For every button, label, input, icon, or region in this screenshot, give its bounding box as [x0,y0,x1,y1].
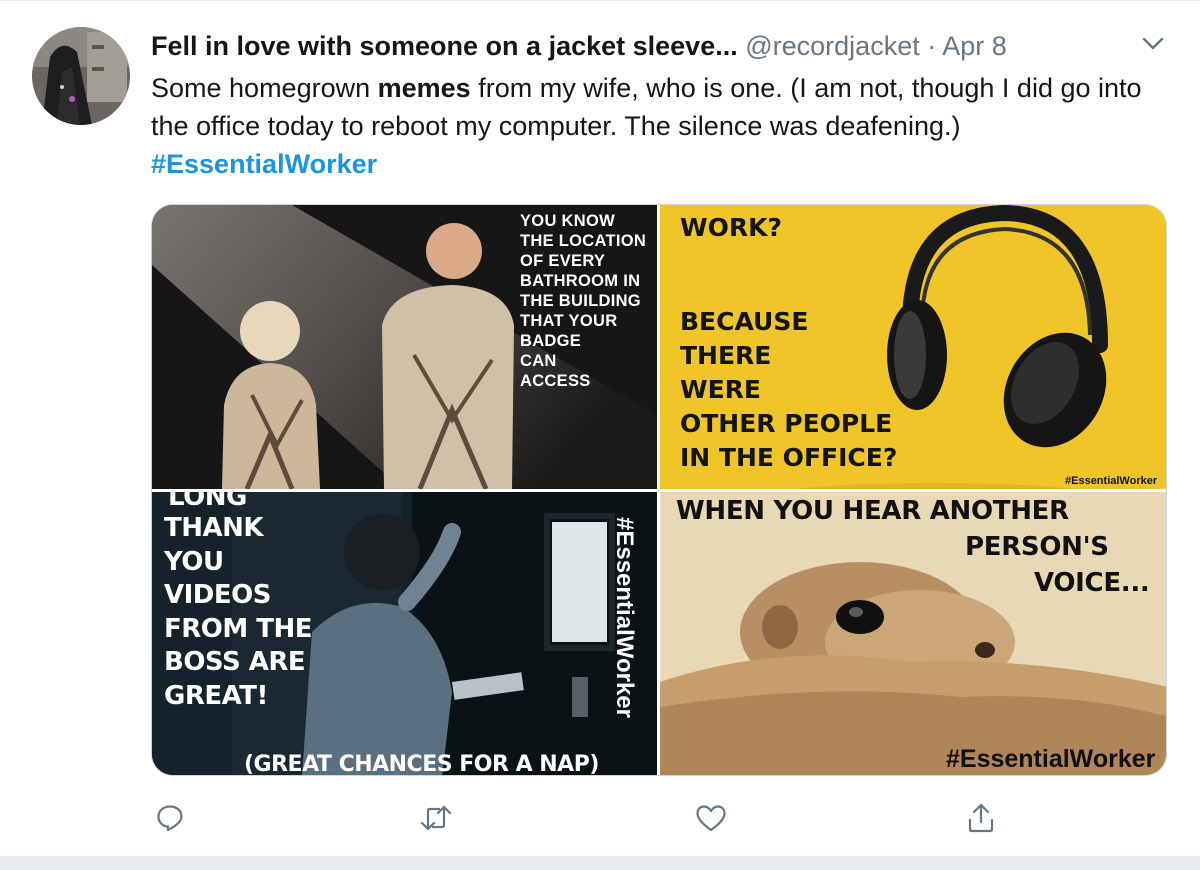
tweet-header: Fell in love with someone on a jacket sl… [151,27,1007,65]
tweet-text: Some homegrown memes from my wife, who i… [151,69,1181,183]
reply-icon [157,805,183,832]
meme-caption-line2: PERSON'S [965,532,1109,562]
retweet-button[interactable] [414,796,458,840]
tweet-date[interactable]: Apr 8 [942,31,1007,61]
meme-hashtag-vertical: #EssentialWorker [610,517,640,718]
meme-prairie-dog[interactable]: WHEN YOU HEAR ANOTHER PERSON'S VOICE... … [660,492,1166,775]
meme-bathroom[interactable]: YOU KNOW THE LOCATION OF EVERY BATHROOM … [152,205,657,489]
meme-caption-main: BECAUSE THERE WERE OTHER PEOPLE IN THE O… [680,307,898,472]
meme-caption-line1: WHEN YOU HEAR ANOTHER [676,496,1069,526]
tweet-text-part: Some homegrown [151,73,378,103]
like-icon [696,805,726,832]
meme-boss-videos[interactable]: LONG THANK YOU VIDEOS FROM THE BOSS ARE … [152,492,657,776]
user-handle[interactable]: @recordjacket [745,31,919,61]
separator-dot: · [927,31,937,61]
reply-button[interactable] [148,796,192,840]
tweet-text-bold: memes [377,73,471,103]
meme-caption-top: WORK? [680,213,782,242]
tweet[interactable]: Fell in love with someone on a jacket sl… [0,0,1200,870]
tweet-separator [0,856,1200,870]
share-icon [968,803,994,833]
retweet-icon [420,805,452,831]
avatar-image [32,27,130,125]
like-button[interactable] [689,796,733,840]
tweet-actions [0,796,1200,844]
meme-hashtag: #EssentialWorker [1065,475,1158,487]
meme-caption-top: LONG [168,492,247,512]
meme-caption: YOU KNOW THE LOCATION OF EVERY BATHROOM … [520,212,647,390]
share-button[interactable] [959,796,1003,840]
meme-caption-line3: VOICE... [1034,568,1150,598]
chevron-down-icon[interactable] [1140,31,1166,57]
meme-caption-bottom: (GREAT CHANCES FOR A NAP) [244,752,599,776]
meme-caption-main: THANK YOU VIDEOS FROM THE BOSS ARE GREAT… [164,513,313,711]
media-grid: YOU KNOW THE LOCATION OF EVERY BATHROOM … [151,204,1167,776]
meme-hashtag: #EssentialWorker [611,517,638,718]
hashtag-link[interactable]: #EssentialWorker [151,149,377,179]
display-name[interactable]: Fell in love with someone on a jacket sl… [151,31,738,61]
meme-hashtag: #EssentialWorker [946,745,1156,773]
avatar[interactable] [32,27,130,125]
meme-headphones[interactable]: WORK? BECAUSE THERE WERE OTHER PEOPLE IN… [660,205,1166,489]
